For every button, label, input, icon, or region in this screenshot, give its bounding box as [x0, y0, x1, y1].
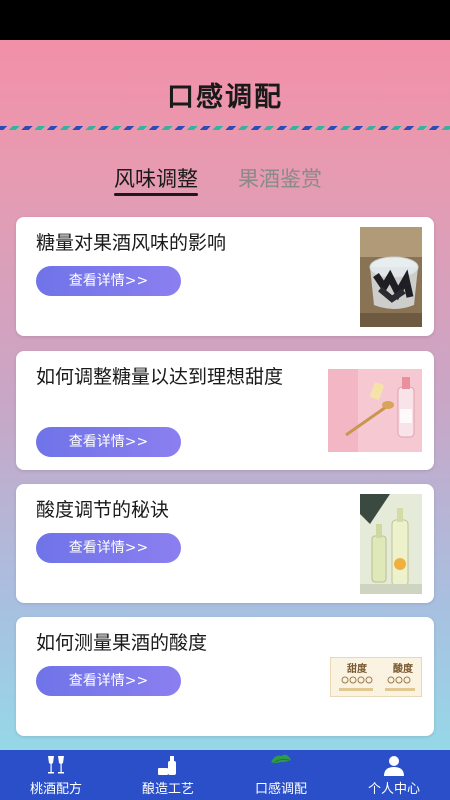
card-title: 糖量对果酒风味的影响	[36, 232, 227, 254]
sweetness-acidity-chart: 甜度 酸度	[330, 657, 422, 697]
card-title: 如何调整糖量以达到理想甜度	[36, 366, 284, 388]
tab-flavor-adjust[interactable]: 风味调整	[114, 163, 198, 196]
card-title: 酸度调节的秘诀	[36, 499, 170, 521]
nav-label: 酿造工艺	[141, 782, 194, 797]
nav-label: 个人中心	[367, 782, 420, 797]
nav-item-peach-wine-recipes[interactable]: 桃酒配方	[0, 750, 112, 800]
view-details-button[interactable]: 查看详情>>	[36, 266, 181, 296]
bottom-navigation: 桃酒配方 酿造工艺 口感调配 个人中心	[0, 750, 450, 800]
page-title: 口感调配	[167, 82, 283, 113]
tab-label: 果酒鉴赏	[238, 167, 322, 191]
card-title: 如何测量果酒的酸度	[36, 632, 208, 654]
article-card[interactable]: 糖量对果酒风味的影响 查看详情>>	[16, 217, 434, 336]
nav-label: 桃酒配方	[29, 782, 82, 797]
nav-item-taste-blending[interactable]: 口感调配	[225, 750, 337, 800]
wine-glass-ice-photo	[360, 227, 422, 327]
tab-active-underline	[114, 193, 198, 196]
status-bar	[0, 0, 450, 40]
view-details-button[interactable]: 查看详情>>	[36, 533, 181, 563]
view-details-button[interactable]: 查看详情>>	[36, 427, 181, 457]
view-details-button[interactable]: 查看详情>>	[36, 666, 181, 696]
article-card[interactable]: 如何调整糖量以达到理想甜度 查看详情>>	[16, 351, 434, 470]
wine-bottles-photo	[360, 494, 422, 594]
user-icon	[384, 756, 404, 776]
header: 口感调配	[0, 40, 450, 130]
article-card[interactable]: 酸度调节的秘诀 查看详情>>	[16, 484, 434, 603]
decorative-stripe	[0, 126, 450, 130]
wine-glasses-icon	[48, 756, 64, 774]
pink-bottle-photo	[328, 369, 422, 452]
tab-label: 风味调整	[114, 167, 198, 191]
article-card[interactable]: 如何测量果酒的酸度 查看详情>> 甜度 酸度	[16, 617, 434, 736]
tab-wine-appreciation[interactable]: 果酒鉴赏	[238, 163, 322, 193]
tab-bar: 风味调整 果酒鉴赏	[0, 163, 450, 199]
nav-label: 口感调配	[254, 782, 307, 797]
nav-item-personal-center[interactable]: 个人中心	[338, 750, 450, 800]
brewing-bottle-icon	[158, 756, 176, 775]
leaf-icon	[271, 754, 291, 763]
nav-item-brewing-process[interactable]: 酿造工艺	[112, 750, 224, 800]
